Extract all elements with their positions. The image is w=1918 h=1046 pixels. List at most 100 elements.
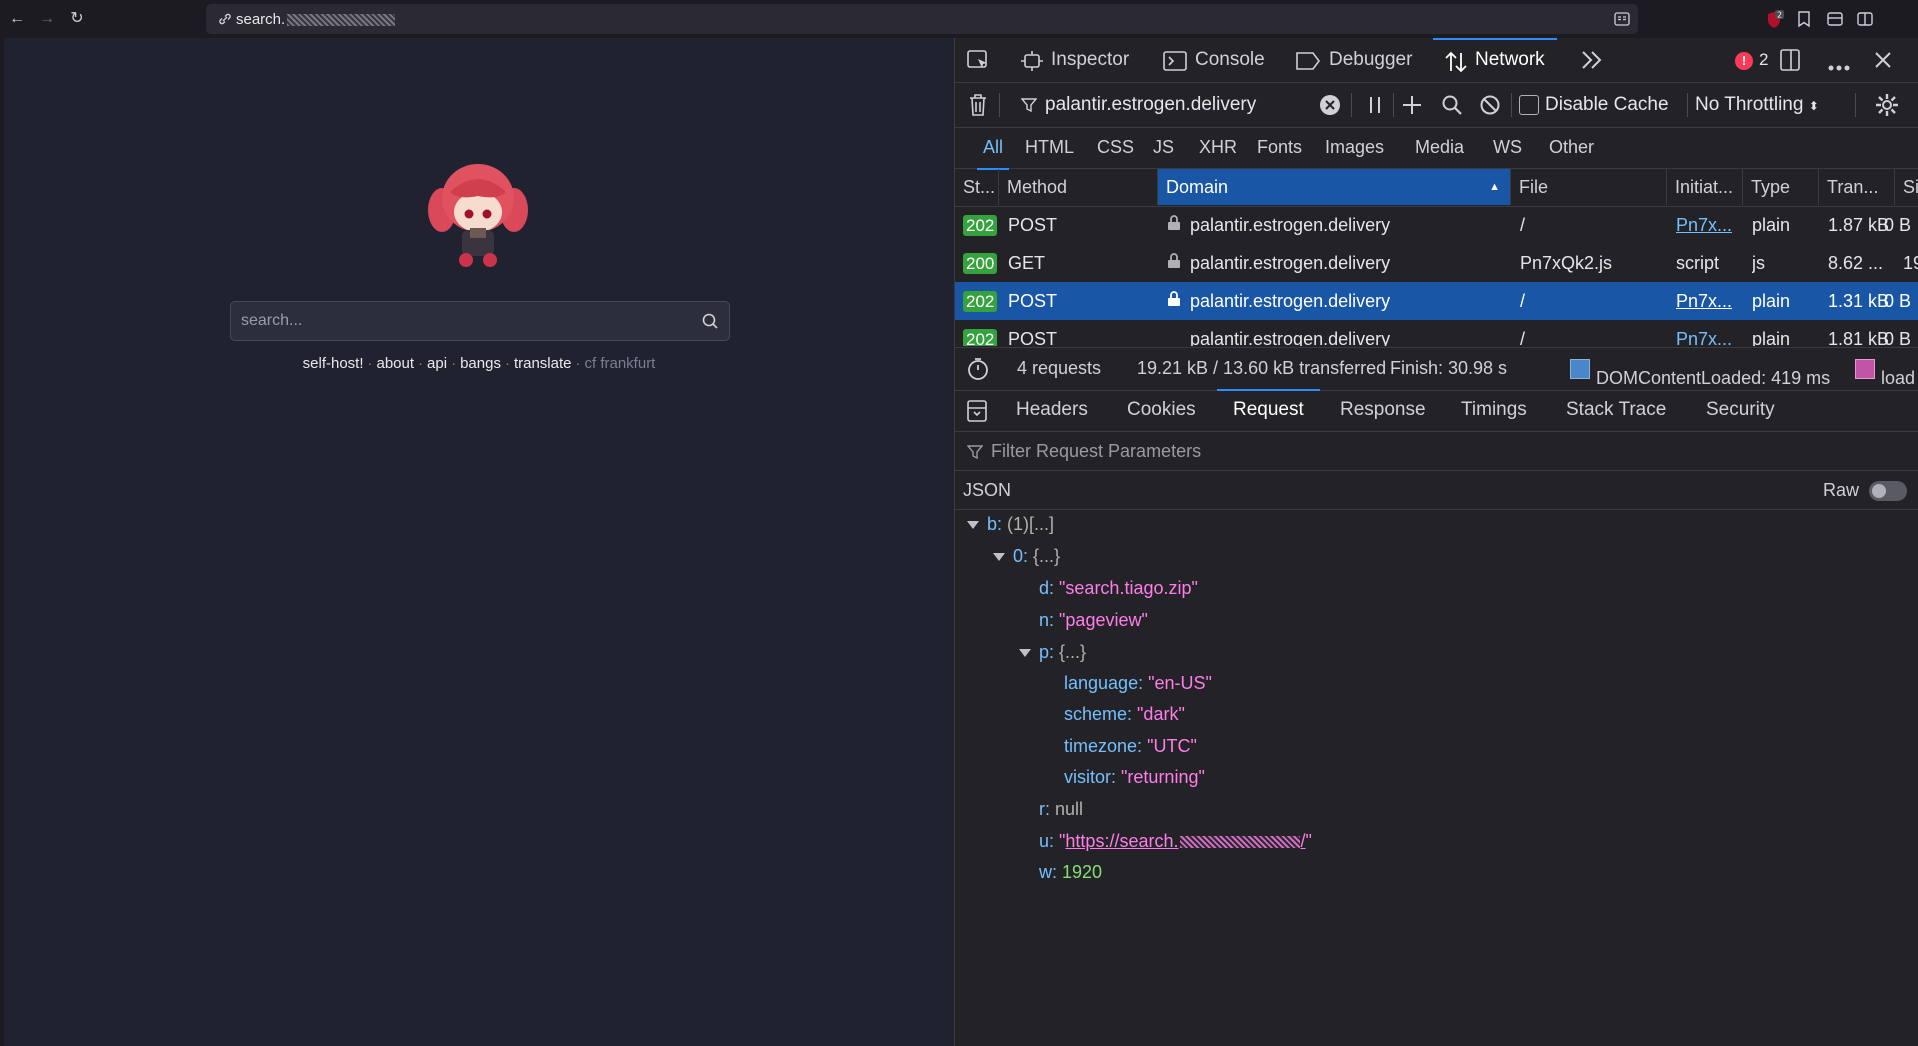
more-options-icon[interactable]	[1827, 56, 1851, 77]
column-domain[interactable]: Domain ▲	[1158, 169, 1511, 205]
json-label: JSON	[963, 480, 1012, 500]
element-picker-icon[interactable]	[967, 50, 991, 77]
network-summary: 4 requests 19.21 kB / 13.60 kB transferr…	[955, 347, 1918, 391]
link-translate[interactable]: translate	[514, 355, 572, 372]
tab-timings[interactable]: Timings	[1461, 399, 1527, 421]
back-button[interactable]: ←	[8, 10, 26, 28]
raw-label: Raw	[1822, 480, 1859, 500]
column-initiator[interactable]: Initiat...	[1667, 169, 1743, 205]
row-domain: palantir.estrogen.delivery	[1190, 291, 1391, 311]
filter-css[interactable]: CSS	[1097, 137, 1134, 158]
column-status[interactable]: St...	[955, 169, 999, 205]
table-row-selected[interactable]: 202 POST palantir.estrogen.delivery / Pn…	[955, 282, 1918, 320]
filter-url-input[interactable]: palantir.estrogen.delivery	[1045, 94, 1256, 116]
lock-icon	[1167, 291, 1181, 312]
pause-icon[interactable]	[1367, 96, 1383, 119]
json-node-visitor: visitor: "returning"	[1064, 767, 1205, 787]
dock-icon[interactable]	[1779, 48, 1801, 77]
search-icon[interactable]	[1441, 94, 1463, 121]
table-row[interactable]: 202 POST palantir.estrogen.delivery / Pn…	[955, 206, 1918, 244]
settings-icon[interactable]	[1875, 93, 1899, 122]
filter-js[interactable]: JS	[1153, 137, 1174, 158]
clear-filter-icon[interactable]	[1319, 94, 1341, 121]
tab-network[interactable]: Network	[1433, 38, 1557, 82]
block-icon[interactable]	[1479, 94, 1501, 121]
row-domain: palantir.estrogen.delivery	[1190, 329, 1391, 346]
row-file: /	[1520, 215, 1526, 235]
row-initiator[interactable]: Pn7x...	[1676, 291, 1738, 312]
site-info-icon[interactable]	[218, 12, 232, 31]
reader-view-icon[interactable]	[1614, 12, 1630, 31]
location-text: cf frankfurt	[584, 355, 656, 372]
ublock-icon[interactable]: 2	[1764, 10, 1784, 35]
status-badge: 202	[963, 291, 998, 312]
filter-request-parameters[interactable]: Filter Request Parameters	[955, 432, 1918, 471]
bookmark-icon[interactable]	[1796, 10, 1812, 33]
throttling-select[interactable]: No Throttling ⬍	[1695, 94, 1819, 116]
json-node-n: n: "pageview"	[1039, 610, 1148, 630]
reload-button[interactable]: ↻	[68, 10, 86, 28]
json-node-b[interactable]: b: (1)[...]	[967, 514, 1054, 535]
row-type: js	[1752, 253, 1765, 273]
filter-html[interactable]: HTML	[1025, 137, 1074, 158]
library-icon[interactable]	[1826, 10, 1844, 33]
json-node-w: w: 1920	[1039, 862, 1103, 882]
search-icon[interactable]	[701, 312, 719, 335]
tab-inspector[interactable]: Inspector	[1021, 38, 1129, 82]
toggle-sidebar-icon[interactable]	[967, 400, 987, 427]
row-initiator[interactable]: Pn7x...	[1676, 329, 1738, 346]
row-method: POST	[1008, 215, 1058, 235]
filter-fonts[interactable]: Fonts	[1257, 137, 1302, 158]
link-self-host[interactable]: self-host!	[303, 355, 364, 372]
raw-toggle[interactable]	[1869, 481, 1907, 501]
json-node-language: language: "en-US"	[1064, 673, 1212, 693]
clear-requests-icon[interactable]	[968, 93, 988, 122]
column-type[interactable]: Type	[1743, 169, 1819, 205]
devtools-panel: Inspector Console Debugger Network ! 2 p…	[954, 38, 1918, 1046]
url-link[interactable]: https://search. /	[1065, 831, 1305, 851]
forward-button[interactable]: →	[38, 10, 56, 28]
more-tabs-icon[interactable]	[1581, 50, 1603, 75]
json-node-p[interactable]: p: {...}	[1019, 642, 1086, 663]
tab-response[interactable]: Response	[1340, 399, 1426, 421]
disable-cache-checkbox[interactable]	[1519, 95, 1539, 115]
column-method[interactable]: Method	[999, 169, 1158, 205]
tab-debugger[interactable]: Debugger	[1295, 38, 1412, 82]
search-box[interactable]	[230, 301, 730, 341]
filter-xhr[interactable]: XHR	[1199, 137, 1237, 158]
link-api[interactable]: api	[427, 355, 447, 372]
sidebar-icon[interactable]	[1856, 10, 1874, 33]
tab-cookies[interactable]: Cookies	[1127, 399, 1196, 421]
filter-images[interactable]: Images	[1325, 137, 1384, 158]
url-bar[interactable]: search.	[206, 4, 1638, 34]
tab-headers[interactable]: Headers	[1016, 399, 1088, 421]
search-input[interactable]	[231, 302, 691, 340]
filter-params-placeholder: Filter Request Parameters	[991, 441, 1202, 461]
error-count-badge[interactable]: ! 2	[1735, 50, 1768, 70]
column-file[interactable]: File	[1511, 169, 1667, 205]
table-header: St... Method Domain ▲ File Initiat... Typ…	[955, 169, 1918, 207]
add-blocking-icon[interactable]	[1401, 94, 1423, 121]
filter-other[interactable]: Other	[1549, 137, 1594, 158]
table-row[interactable]: 202 POST palantir.estrogen.delivery / Pn…	[955, 320, 1918, 346]
tab-stack-trace[interactable]: Stack Trace	[1566, 399, 1666, 421]
lock-icon	[1167, 253, 1181, 274]
column-size[interactable]: Size	[1895, 169, 1918, 205]
tab-console[interactable]: Console	[1163, 38, 1265, 82]
json-section-header: JSON Raw	[955, 471, 1918, 510]
link-bangs[interactable]: bangs	[460, 355, 501, 372]
filter-media[interactable]: Media	[1415, 137, 1464, 158]
row-domain: palantir.estrogen.delivery	[1190, 215, 1391, 235]
filter-all[interactable]: All	[976, 137, 1010, 170]
column-transferred[interactable]: Tran...	[1819, 169, 1895, 205]
row-initiator[interactable]: Pn7x...	[1676, 215, 1738, 236]
table-row[interactable]: 200 GET palantir.estrogen.delivery Pn7xQ…	[955, 244, 1918, 282]
close-icon[interactable]	[1873, 50, 1893, 75]
requests-table: St... Method Domain ▲ File Initiat... Typ…	[955, 169, 1918, 346]
tab-security[interactable]: Security	[1706, 399, 1775, 421]
filter-ws[interactable]: WS	[1493, 137, 1522, 158]
tab-request[interactable]: Request	[1217, 389, 1320, 421]
request-count: 4 requests	[1017, 358, 1102, 378]
json-node-0[interactable]: 0: {...}	[993, 546, 1060, 567]
link-about[interactable]: about	[377, 355, 415, 372]
